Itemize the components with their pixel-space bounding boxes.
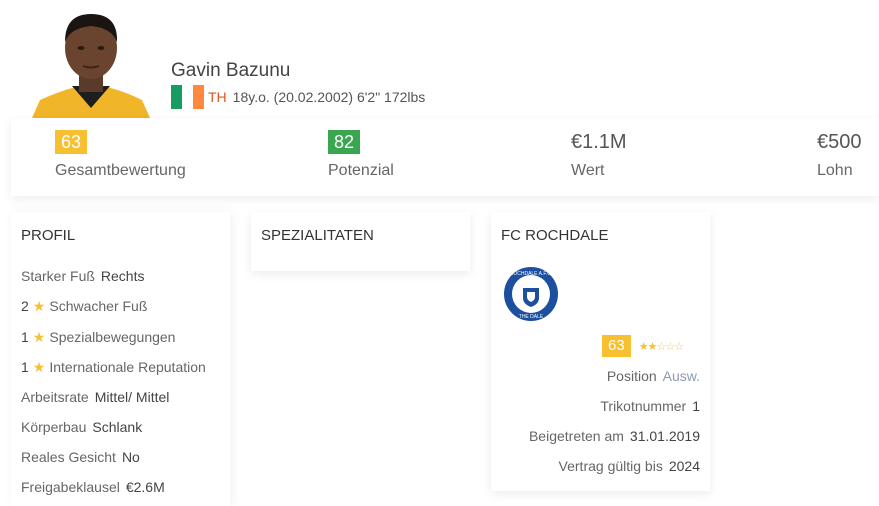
intl-reputation-row: 1 ★ Internationale Reputation xyxy=(21,359,206,376)
real-face-label: Reales Gesicht xyxy=(21,449,116,465)
crest-text-bottom: THE DALE xyxy=(519,314,544,320)
player-avatar xyxy=(32,8,150,118)
star-icon: ☆ xyxy=(674,340,684,353)
joined-value: 31.01.2019 xyxy=(629,428,700,444)
weak-foot-row: 2 ★ Schwacher Fuß xyxy=(21,298,147,315)
stats-strip: 63 Gesamtbewertung 82 Potenzial €1.1M We… xyxy=(11,118,879,196)
weak-foot-number: 2 xyxy=(21,298,29,314)
club-position-row: Position Ausw. xyxy=(607,368,700,384)
club-position-value[interactable]: Ausw. xyxy=(663,368,700,384)
club-rating-badge: 63 xyxy=(602,335,631,357)
body-type-label: Körperbau xyxy=(21,419,87,435)
work-rate-value: Mittel/ Mittel xyxy=(94,389,170,405)
stat-overall: 63 Gesamtbewertung xyxy=(55,130,186,180)
stat-wage: €500 Lohn xyxy=(817,130,862,180)
release-clause-value: €2.6M xyxy=(125,479,165,495)
shirt-number-row: Trikotnummer 1 xyxy=(600,398,700,414)
star-icon: ★ xyxy=(32,329,46,345)
club-stars: ★★☆☆☆ xyxy=(638,340,684,353)
joined-row: Beigetreten am 31.01.2019 xyxy=(529,428,700,444)
overall-rating-label: Gesamtbewertung xyxy=(55,162,186,179)
star-icon: ★ xyxy=(32,298,46,314)
strong-foot-label: Starker Fuß xyxy=(21,268,95,284)
strong-foot-row: Starker Fuß Rechts xyxy=(21,268,144,284)
shirt-number-label: Trikotnummer xyxy=(600,398,687,414)
work-rate-row: Arbeitsrate Mittel/ Mittel xyxy=(21,389,169,405)
real-face-row: Reales Gesicht No xyxy=(21,449,140,465)
contract-row: Vertrag gültig bis 2024 xyxy=(559,458,700,474)
rochdale-crest-icon[interactable]: ROCHDALE A.F.C. THE DALE xyxy=(503,266,559,322)
release-clause-row: Freigabeklausel €2.6M xyxy=(21,479,165,495)
wage-label: Lohn xyxy=(817,162,853,179)
strong-foot-value: Rechts xyxy=(100,268,145,284)
club-position-label: Position xyxy=(606,368,657,384)
specialities-title: SPEZIALITATEN xyxy=(261,227,374,244)
player-name: Gavin Bazunu xyxy=(171,60,291,81)
profile-title: PROFIL xyxy=(21,227,76,244)
star-icon: ★ xyxy=(638,340,649,353)
real-face-value: No xyxy=(121,449,140,465)
club-title[interactable]: FC ROCHDALE xyxy=(501,227,609,244)
joined-label: Beigetreten am xyxy=(528,428,624,444)
skill-moves-label: Spezialbewegungen xyxy=(49,329,176,345)
stat-value: €1.1M Wert xyxy=(571,130,627,180)
body-type-value: Schlank xyxy=(92,419,143,435)
club-rating: 63 ★★☆☆☆ xyxy=(602,335,684,357)
body-type-row: Körperbau Schlank xyxy=(21,419,142,435)
skill-moves-row: 1 ★ Spezialbewegungen xyxy=(21,329,175,346)
ireland-flag-icon xyxy=(171,85,204,109)
star-icon: ☆ xyxy=(656,340,666,353)
stat-potential: 82 Potenzial xyxy=(328,130,394,180)
market-value-label: Wert xyxy=(571,162,605,179)
star-icon: ★ xyxy=(32,359,46,375)
release-clause-label: Freigabeklausel xyxy=(21,479,120,495)
skill-moves-number: 1 xyxy=(21,329,29,345)
overall-rating-badge: 63 xyxy=(55,130,88,154)
player-bio: 18y.o. (20.02.2002) 6'2" 172lbs xyxy=(232,89,426,105)
potential-badge: 82 xyxy=(328,130,361,154)
star-icon: ☆ xyxy=(665,340,675,353)
potential-label: Potenzial xyxy=(328,162,394,179)
crest-text-top: ROCHDALE A.F.C. xyxy=(510,271,553,277)
weak-foot-label: Schwacher Fuß xyxy=(49,298,148,314)
player-meta: TH 18y.o. (20.02.2002) 6'2" 172lbs xyxy=(171,85,425,109)
intl-reputation-label: Internationale Reputation xyxy=(49,359,206,375)
intl-reputation-number: 1 xyxy=(21,359,29,375)
work-rate-label: Arbeitsrate xyxy=(21,389,89,405)
contract-value: 2024 xyxy=(668,458,700,474)
market-value: €1.1M xyxy=(571,131,627,153)
position-badge[interactable]: TH xyxy=(208,89,227,105)
contract-label: Vertrag gültig bis xyxy=(558,458,663,474)
shirt-number-value: 1 xyxy=(692,398,700,414)
wage-value: €500 xyxy=(817,131,862,153)
